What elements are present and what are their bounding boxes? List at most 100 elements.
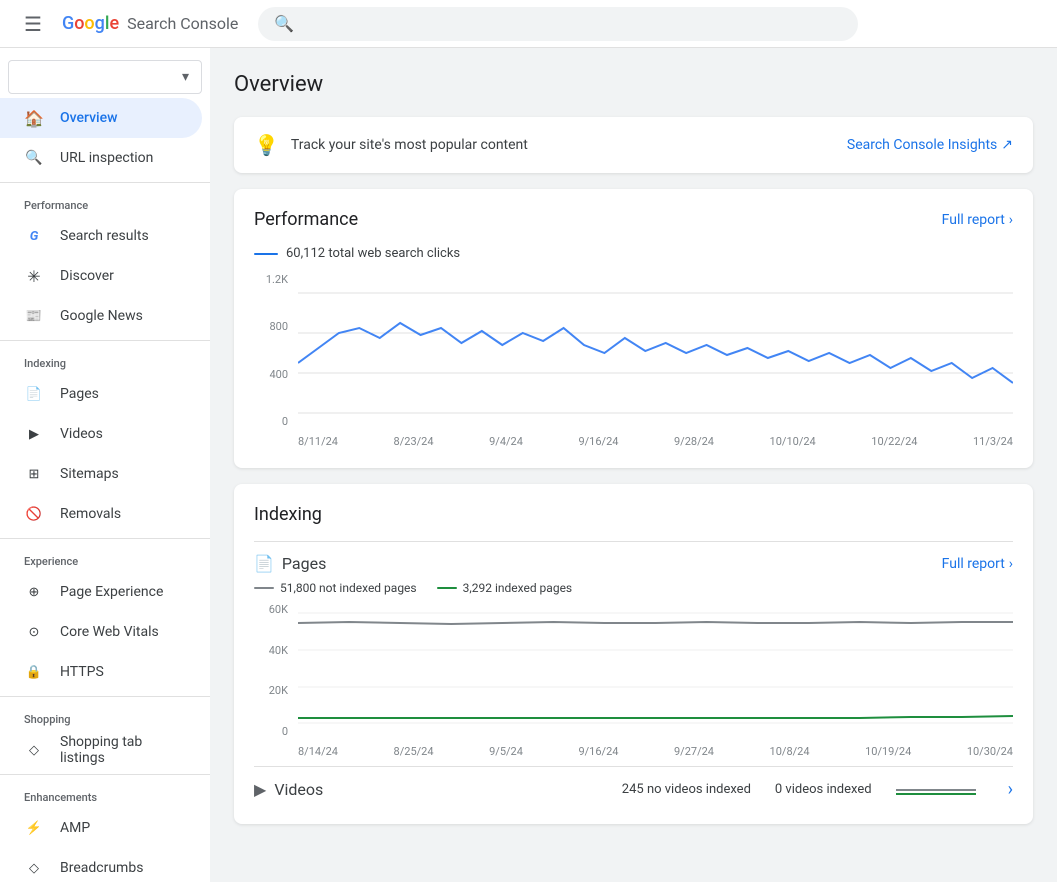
pages-icon: 📄 (24, 387, 44, 402)
sidebar-item-sitemaps[interactable]: ⊞ Sitemaps (0, 454, 202, 494)
shopping-section-label: Shopping (0, 701, 210, 730)
videos-arrow-icon[interactable]: › (1008, 779, 1013, 800)
sidebar-item-url-inspection[interactable]: 🔍 URL inspection (0, 138, 202, 178)
product-name: Search Console (127, 14, 238, 33)
sidebar-item-label: AMP (60, 820, 90, 836)
not-indexed-legend: 51,800 not indexed pages (254, 581, 417, 595)
amp-icon: ⚡ (24, 821, 44, 836)
perf-x-axis: 8/11/24 8/23/24 9/4/24 9/16/24 9/28/24 1… (298, 433, 1013, 448)
topbar: ☰ Google Search Console 🔍 (0, 0, 1057, 48)
chevron-right-icon: › (1009, 556, 1013, 572)
banner-text: Track your site's most popular content (291, 137, 528, 153)
videos-stat-1: 245 no videos indexed (622, 782, 751, 797)
page-experience-icon: ⊕ (24, 585, 44, 600)
banner: 💡 Track your site's most popular content… (234, 117, 1033, 173)
sidebar-item-google-news[interactable]: 📰 Google News (0, 296, 202, 336)
performance-legend: 60,112 total web search clicks (254, 246, 1013, 261)
sidebar-item-core-web-vitals[interactable]: ⊙ Core Web Vitals (0, 612, 202, 652)
search-console-insights-link[interactable]: Search Console Insights ↗ (847, 137, 1013, 153)
enhancements-section-label: Enhancements (0, 779, 210, 808)
sidebar-item-label: URL inspection (60, 150, 153, 166)
sidebar-item-label: Page Experience (60, 584, 163, 600)
sidebar-item-breadcrumbs[interactable]: ◇ Breadcrumbs (0, 848, 202, 882)
pages-sub-left: 📄 Pages (254, 554, 326, 573)
index-x-axis: 8/14/24 8/25/24 9/5/24 9/16/24 9/27/24 1… (298, 743, 1013, 758)
banner-left: 💡 Track your site's most popular content (254, 133, 528, 157)
performance-section-label: Performance (0, 187, 210, 216)
home-icon: 🏠 (24, 109, 44, 128)
performance-full-report-link[interactable]: Full report › (942, 212, 1013, 228)
videos-icon: ▶ (24, 427, 44, 442)
content-area: Overview 💡 Track your site's most popula… (210, 48, 1057, 882)
performance-chart-svg (298, 273, 1013, 433)
property-selector[interactable]: ▾ (8, 60, 202, 94)
performance-card: Performance Full report › 60,112 total w… (234, 189, 1033, 468)
sidebar-item-label: Pages (60, 386, 99, 402)
divider (0, 774, 210, 775)
videos-stat-2: 0 videos indexed (775, 782, 872, 797)
pages-sub-header: 📄 Pages Full report › (254, 541, 1013, 581)
page-title: Overview (234, 72, 1033, 97)
divider (0, 538, 210, 539)
logo-area: Google Search Console (62, 13, 238, 34)
sidebar-item-videos[interactable]: ▶ Videos (0, 414, 202, 454)
sidebar-item-https[interactable]: 🔒 HTTPS (0, 652, 202, 692)
videos-mini-chart (896, 780, 976, 800)
sidebar-item-page-experience[interactable]: ⊕ Page Experience (0, 572, 202, 612)
main-layout: ▾ 🏠 Overview 🔍 URL inspection Performanc… (0, 48, 1057, 882)
indexed-legend: 3,292 indexed pages (437, 581, 573, 595)
external-link-icon: ↗ (1001, 137, 1013, 153)
videos-stats: 245 no videos indexed 0 videos indexed › (622, 779, 1013, 800)
videos-row: ▶ Videos 245 no videos indexed 0 videos … (254, 766, 1013, 804)
bulb-icon: 💡 (254, 133, 279, 157)
experience-section-label: Experience (0, 543, 210, 572)
sidebar-item-label: Shopping tab listings (60, 734, 178, 766)
sidebar-item-discover[interactable]: ✳ Discover (0, 256, 202, 296)
performance-card-title: Performance (254, 209, 358, 230)
sidebar-item-label: HTTPS (60, 664, 104, 680)
performance-chart-wrapper: 1.2K 800 400 0 8/ (254, 273, 1013, 448)
https-icon: 🔒 (24, 665, 44, 680)
performance-card-header: Performance Full report › (254, 209, 1013, 230)
sidebar-item-removals[interactable]: 🚫 Removals (0, 494, 202, 534)
google-news-icon: 📰 (24, 309, 44, 324)
index-y-axis: 60K 40K 20K 0 (254, 603, 294, 738)
pages-legends: 51,800 not indexed pages 3,292 indexed p… (254, 581, 1013, 595)
chevron-right-icon: › (1009, 212, 1013, 228)
indexing-chart-wrapper: 60K 40K 20K 0 (254, 603, 1013, 758)
sidebar-item-shopping-tab[interactable]: ◇ Shopping tab listings (0, 730, 202, 770)
core-web-vitals-icon: ⊙ (24, 625, 44, 640)
sidebar-item-pages[interactable]: 📄 Pages (0, 374, 202, 414)
pages-icon: 📄 (254, 554, 274, 573)
sidebar-item-amp[interactable]: ⚡ AMP (0, 808, 202, 848)
sidebar-item-search-results[interactable]: G Search results (0, 216, 202, 256)
indexing-card: Indexing 📄 Pages Full report › 51,800 no… (234, 484, 1033, 824)
search-bar[interactable]: 🔍 (258, 7, 858, 41)
sidebar-item-label: Removals (60, 506, 121, 522)
indexing-card-title: Indexing (254, 504, 322, 525)
sidebar: ▾ 🏠 Overview 🔍 URL inspection Performanc… (0, 48, 210, 882)
legend-line-blue (254, 253, 278, 255)
indexing-full-report-link[interactable]: Full report › (942, 556, 1013, 572)
sidebar-item-label: Discover (60, 268, 114, 284)
divider (0, 182, 210, 183)
breadcrumbs-icon: ◇ (24, 861, 44, 876)
sidebar-item-label: Google News (60, 308, 143, 324)
divider (0, 696, 210, 697)
sidebar-item-overview[interactable]: 🏠 Overview (0, 98, 202, 138)
videos-row-icon: ▶ (254, 780, 266, 799)
shopping-icon: ◇ (24, 743, 44, 758)
divider (0, 340, 210, 341)
sidebar-item-label: Breadcrumbs (60, 860, 143, 876)
discover-icon: ✳ (24, 267, 44, 286)
sitemaps-icon: ⊞ (24, 467, 44, 482)
search-input[interactable] (302, 16, 842, 32)
search-results-icon: G (24, 229, 44, 244)
sidebar-item-label: Overview (60, 110, 117, 126)
menu-icon[interactable]: ☰ (16, 4, 50, 44)
sidebar-item-label: Videos (60, 426, 103, 442)
indexing-chart-svg (298, 603, 1013, 743)
sidebar-item-label: Core Web Vitals (60, 624, 159, 640)
perf-y-axis: 1.2K 800 400 0 (254, 273, 294, 428)
sidebar-item-label: Sitemaps (60, 466, 119, 482)
